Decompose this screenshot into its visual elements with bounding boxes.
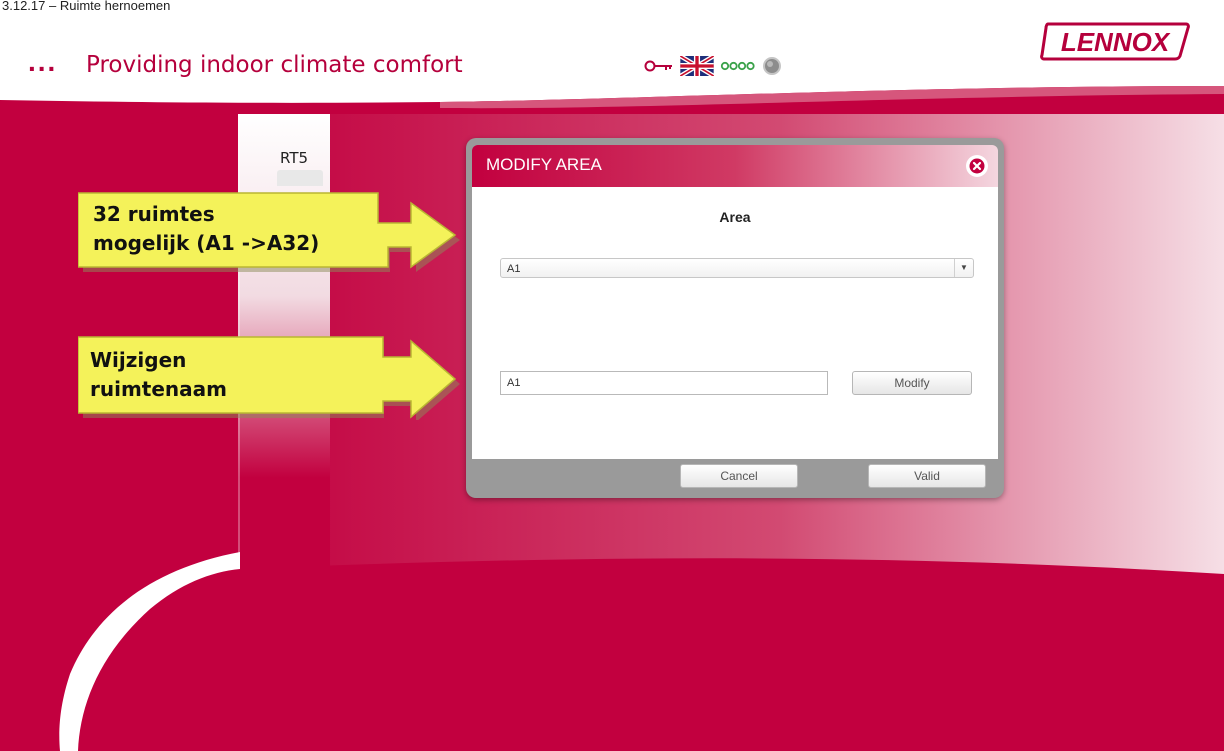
unit-label: RT5: [280, 149, 309, 167]
area-select[interactable]: A1 ▼: [500, 258, 974, 278]
dialog-titlebar: MODIFY AREA: [472, 145, 998, 187]
document-header: 3.12.17 – Ruimte hernoemen: [2, 0, 171, 13]
modify-button[interactable]: Modify: [852, 371, 972, 395]
cancel-button[interactable]: Cancel: [680, 464, 798, 488]
lennox-logo: LENNOX: [1040, 22, 1190, 61]
uk-flag-icon[interactable]: [680, 56, 714, 76]
callout-line1: Wijzigen: [90, 348, 187, 372]
key-icon[interactable]: [644, 59, 674, 73]
connection-dots-icon: [720, 61, 755, 71]
callout-text: 32 ruimtes mogelijk (A1 ->A32): [93, 200, 319, 258]
callout-area-count: 32 ruimtes mogelijk (A1 ->A32): [78, 188, 468, 274]
callout-line2: ruimtenaam: [90, 377, 227, 401]
dialog-footer: Cancel Valid: [472, 459, 998, 492]
callout-text: Wijzigen ruimtenaam: [90, 346, 227, 404]
unit-thumbnail[interactable]: [277, 170, 323, 186]
callout-rename: Wijzigen ruimtenaam: [78, 332, 468, 420]
area-name-input[interactable]: [500, 371, 828, 395]
callout-line2: mogelijk (A1 ->A32): [93, 231, 320, 255]
app-screen: ... Providing indoor climate comfort LEN…: [0, 14, 1224, 751]
callout-line1: 32 ruimtes: [93, 202, 215, 226]
tagline-dots: ...: [28, 46, 58, 77]
valid-button[interactable]: Valid: [868, 464, 986, 488]
close-button[interactable]: [966, 155, 988, 177]
area-select-value: A1: [507, 263, 521, 275]
tagline-text: Providing indoor climate comfort: [86, 52, 463, 78]
chevron-down-icon[interactable]: ▼: [954, 259, 973, 277]
modify-area-dialog: MODIFY AREA Area A1 ▼ Modify Cancel Vali…: [466, 138, 1004, 498]
close-icon: [969, 158, 985, 174]
brand-text: LENNOX: [1061, 27, 1171, 57]
dialog-body: Area A1 ▼ Modify: [472, 187, 998, 459]
area-label: Area: [719, 209, 751, 225]
status-led-icon: [763, 57, 781, 75]
status-icons: [644, 56, 782, 76]
dialog-title: MODIFY AREA: [486, 155, 602, 174]
